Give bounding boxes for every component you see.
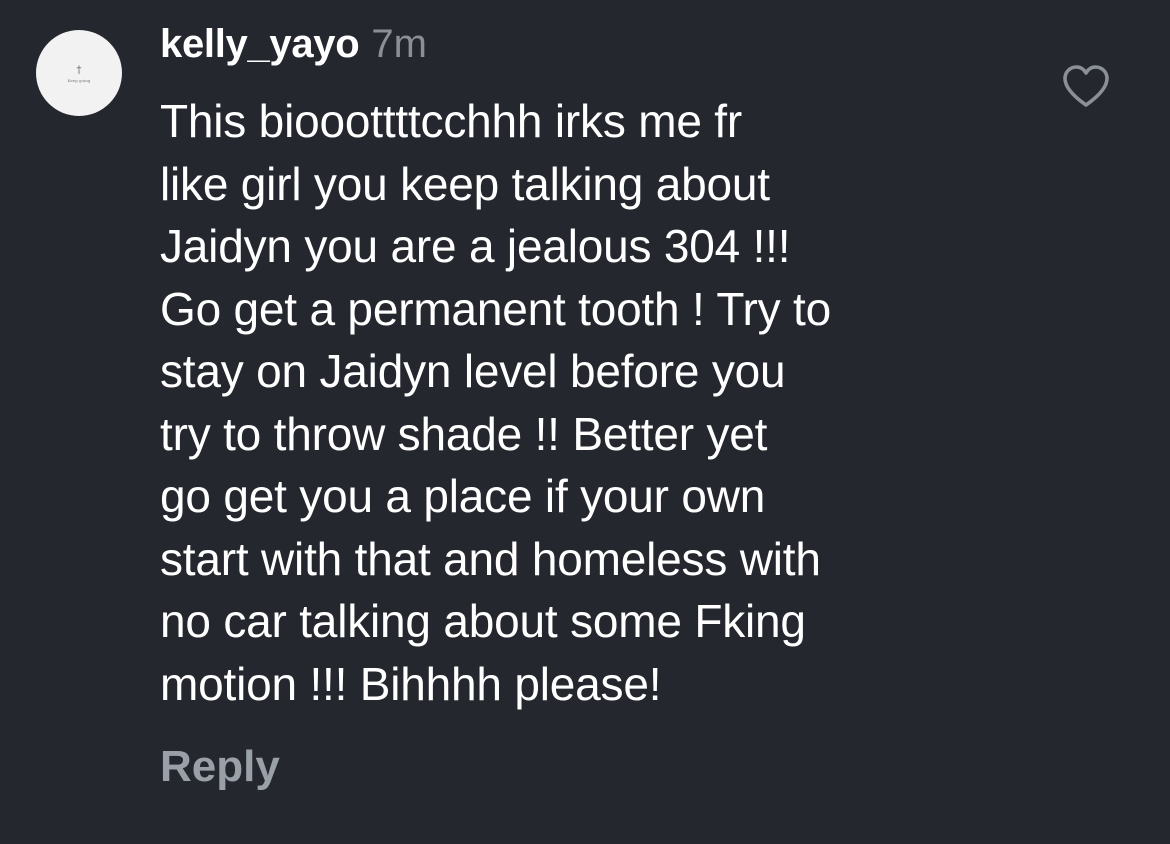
comment-line: go get you a place if your own xyxy=(160,470,766,522)
comment-line: start with that and homeless with xyxy=(160,532,821,585)
comment-line: Go get a permanent tooth ! Try to xyxy=(160,282,832,335)
comment-item: † Keep going kelly_yayo 7m This biooottt… xyxy=(0,0,1170,844)
comment-line: no car talking about some Fking xyxy=(160,595,806,647)
comment-line: Jaidyn you are a jealous 304 !!! xyxy=(160,220,791,272)
heart-outline-icon[interactable] xyxy=(1058,58,1114,114)
cross-icon: † xyxy=(76,65,82,76)
avatar-caption: Keep going xyxy=(67,78,91,83)
comment-line: like girl you keep talking about xyxy=(160,157,770,210)
comment-line: motion !!! Bihhhh please! xyxy=(160,657,662,710)
timestamp: 7m xyxy=(371,22,427,66)
avatar[interactable]: † Keep going xyxy=(36,30,122,116)
comment-line: try to throw shade !! Better yet xyxy=(160,407,768,460)
comment-line: This biooottttcchhh irks me fr xyxy=(160,95,742,147)
comment-text: This biooottttcchhh irks me fr like girl… xyxy=(160,90,1020,715)
comment-line: stay on Jaidyn level before you xyxy=(160,345,786,397)
comment-header: kelly_yayo 7m xyxy=(160,22,427,72)
reply-button[interactable]: Reply xyxy=(160,742,280,792)
username-link[interactable]: kelly_yayo xyxy=(160,22,360,67)
